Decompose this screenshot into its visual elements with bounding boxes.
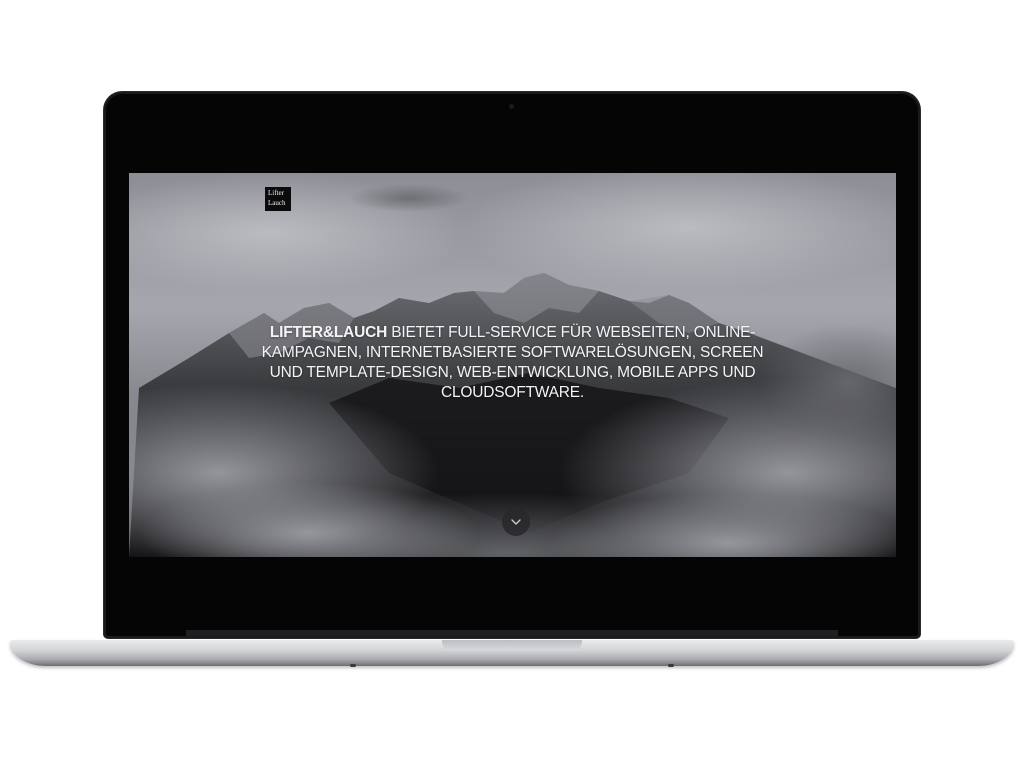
site-logo[interactable]: Lifter Lauch (265, 187, 291, 211)
laptop-mockup-stage: Lifter Lauch LIFTER&LAUCH BIETET FULL-SE… (0, 0, 1024, 768)
laptop-opening-notch (442, 640, 582, 650)
chevron-down-icon (511, 519, 521, 525)
logo-line-1: Lifter (268, 189, 284, 197)
lower-bezel-strip (186, 630, 838, 636)
laptop-foot (350, 664, 356, 667)
logo-line-2: Lauch (268, 199, 286, 207)
webcam (509, 104, 514, 109)
hero-tagline: LIFTER&LAUCH BIETET FULL-SERVICE FÜR WEB… (249, 323, 776, 403)
scroll-down-button[interactable] (502, 508, 530, 536)
laptop-screen: Lifter Lauch LIFTER&LAUCH BIETET FULL-SE… (129, 173, 896, 557)
hero-brand-name: LIFTER&LAUCH (269, 324, 388, 341)
laptop-foot (668, 664, 674, 667)
